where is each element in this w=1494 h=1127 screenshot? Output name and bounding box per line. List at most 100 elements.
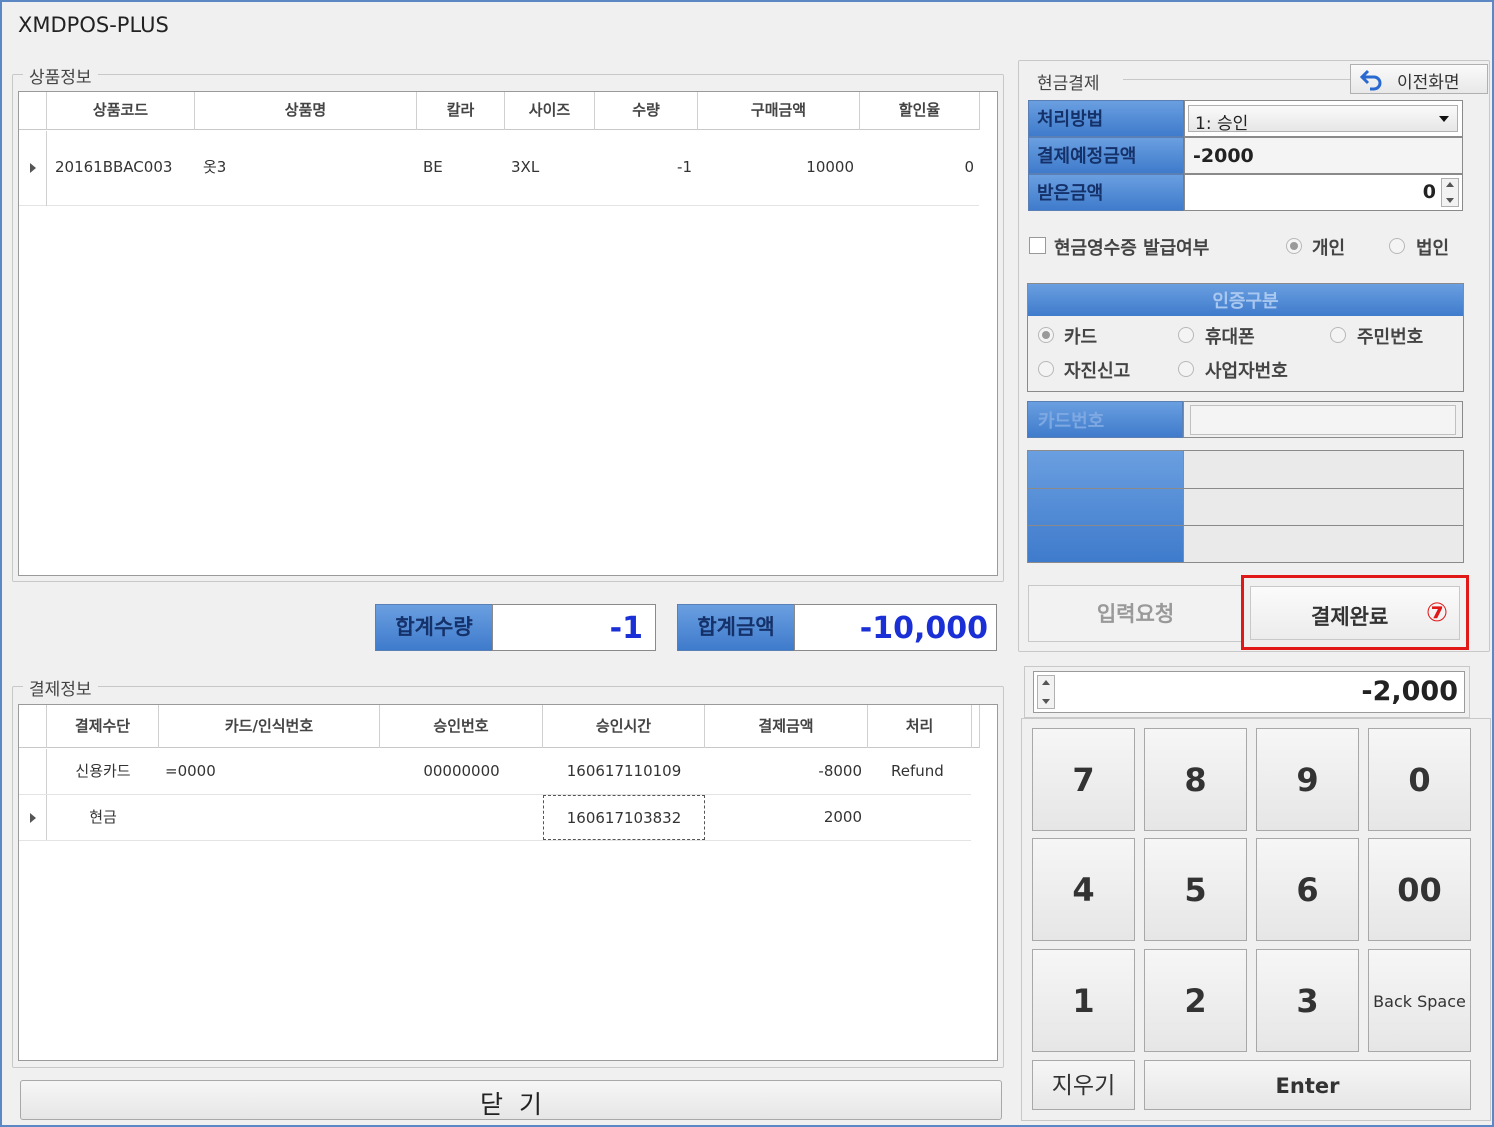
auth-resident-no-label: 주민번호 [1357,327,1424,348]
product-name: 옷3 [203,158,227,176]
key-7[interactable]: 7 [1032,728,1135,831]
receipt-checkbox[interactable] [1029,237,1046,254]
payment-card [159,795,380,840]
card-number-label: 카드번호 [1027,401,1183,438]
key-5[interactable]: 5 [1144,838,1247,941]
table-row[interactable]: 현금 160617103832 2000 [19,795,971,841]
auth-type-title: 인증구분 [1028,284,1463,316]
stepper-down-icon[interactable] [1446,198,1454,203]
payment-col-card[interactable]: 카드/인식번호 [159,705,380,748]
stepper-up-icon[interactable] [1446,182,1454,187]
backspace-button[interactable]: Back Space [1368,949,1471,1052]
payment-grid-header: 결제수단 카드/인식번호 승인번호 승인시간 결제금액 처리 [19,705,981,748]
auth-phone-label: 휴대폰 [1205,327,1255,348]
chevron-down-icon [1439,116,1449,122]
stepper-up-icon[interactable] [1042,680,1050,685]
receipt-type-business-radio[interactable] [1389,238,1405,254]
receipt-type-personal-label: 개인 [1312,238,1346,259]
product-grid-header: 상품코드 상품명 칼라 사이즈 수량 구매금액 할인율 [19,92,981,130]
close-button[interactable]: 닫 기 [20,1080,1002,1120]
product-discount: 0 [964,158,974,176]
product-code: 20161BBAC003 [55,158,173,176]
complete-button[interactable]: 결제완료 ⑦ [1241,575,1469,650]
received-amount-stepper[interactable] [1441,178,1459,207]
product-amount: 10000 [806,158,854,176]
table-row[interactable]: 20161BBAC003 옷3 BE 3XL -1 10000 0 [19,131,979,206]
key-0[interactable]: 0 [1368,728,1471,831]
receipt-type-business-label: 법인 [1416,238,1450,259]
payment-approval-time: 160617110109 [566,762,682,780]
row-selector[interactable] [19,131,47,206]
product-size: 3XL [511,158,540,176]
auth-card-radio[interactable] [1038,327,1054,343]
enter-button[interactable]: Enter [1144,1060,1471,1110]
process-method-label: 처리방법 [1028,100,1184,137]
received-amount-input[interactable]: 0 [1184,174,1463,211]
payment-col-amount[interactable]: 결제금액 [705,705,868,748]
received-amount-value: 0 [1422,181,1436,203]
total-qty-label: 합계수량 [375,604,493,651]
key-8[interactable]: 8 [1144,728,1247,831]
product-grid-scroll-corner [979,92,997,130]
payment-approval-time[interactable]: 160617103832 [543,795,705,840]
card-number-input[interactable] [1183,401,1463,438]
back-arrow-icon [1359,69,1382,91]
payment-method: 현금 [89,808,117,826]
product-qty: -1 [677,158,692,176]
row-selector[interactable] [19,749,47,794]
auth-self-report-radio[interactable] [1038,361,1054,377]
table-row[interactable]: 신용카드 =0000 00000000 160617110109 -8000 R… [19,749,971,795]
row-selector[interactable] [19,795,47,840]
process-method-value: 1: 승인 [1195,114,1249,134]
payment-col-approval-no[interactable]: 승인번호 [380,705,543,748]
keypad-stepper[interactable] [1037,675,1055,709]
product-col-size[interactable]: 사이즈 [505,92,595,130]
payment-col-approval-time[interactable]: 승인시간 [543,705,705,748]
key-6[interactable]: 6 [1256,838,1359,941]
payment-grid-scroll-corner [979,705,997,748]
payment-col-process[interactable]: 처리 [868,705,972,748]
stepper-down-icon[interactable] [1042,699,1050,704]
receipt-type-personal-radio[interactable] [1286,238,1302,254]
auth-phone-radio[interactable] [1178,327,1194,343]
payment-amount: -8000 [818,762,862,780]
cash-payment-legend: 현금결제 [1031,69,1106,94]
total-amount-value: -10,000 [794,604,997,651]
product-color: BE [423,158,443,176]
product-col-color[interactable]: 칼라 [417,92,505,130]
key-9[interactable]: 9 [1256,728,1359,831]
product-col-blank [19,92,47,130]
auth-business-no-label: 사업자번호 [1205,361,1288,382]
expected-amount-value: -2000 [1184,137,1463,174]
keypad-display[interactable]: -2,000 [1024,666,1470,718]
key-00[interactable]: 00 [1368,838,1471,941]
payment-card: =0000 [165,762,216,780]
receipt-checkbox-label: 현금영수증 발급여부 [1054,238,1210,259]
key-1[interactable]: 1 [1032,949,1135,1052]
keypad-display-value: -2,000 [1361,676,1458,707]
payment-grid[interactable]: 결제수단 카드/인식번호 승인번호 승인시간 결제금액 처리 신용카드 =000… [18,704,998,1061]
window-title: XMDPOS-PLUS [18,13,169,37]
input-request-button[interactable]: 입력요청 [1028,585,1243,642]
product-col-qty[interactable]: 수량 [595,92,698,130]
product-col-name[interactable]: 상품명 [195,92,417,130]
received-amount-label: 받은금액 [1028,174,1184,211]
total-amount-label: 합계금액 [677,604,795,651]
annotation-marker-7: ⑦ [1426,598,1449,628]
key-4[interactable]: 4 [1032,838,1135,941]
key-2[interactable]: 2 [1144,949,1247,1052]
product-grid[interactable]: 상품코드 상품명 칼라 사이즈 수량 구매금액 할인율 20161BBAC003… [18,91,998,576]
clear-button[interactable]: 지우기 [1032,1060,1135,1110]
key-3[interactable]: 3 [1256,949,1359,1052]
process-method-select[interactable]: 1: 승인 [1184,100,1463,137]
auth-business-no-radio[interactable] [1178,361,1194,377]
product-col-discount[interactable]: 할인율 [860,92,980,130]
back-button[interactable]: 이전화면 [1350,64,1488,94]
product-col-amount[interactable]: 구매금액 [698,92,860,130]
payment-col-method[interactable]: 결제수단 [47,705,159,748]
product-col-code[interactable]: 상품코드 [47,92,195,130]
payment-process [885,795,975,840]
total-qty-value: -1 [492,604,656,651]
auth-resident-no-radio[interactable] [1330,327,1346,343]
payment-approval-no: 00000000 [423,762,500,780]
